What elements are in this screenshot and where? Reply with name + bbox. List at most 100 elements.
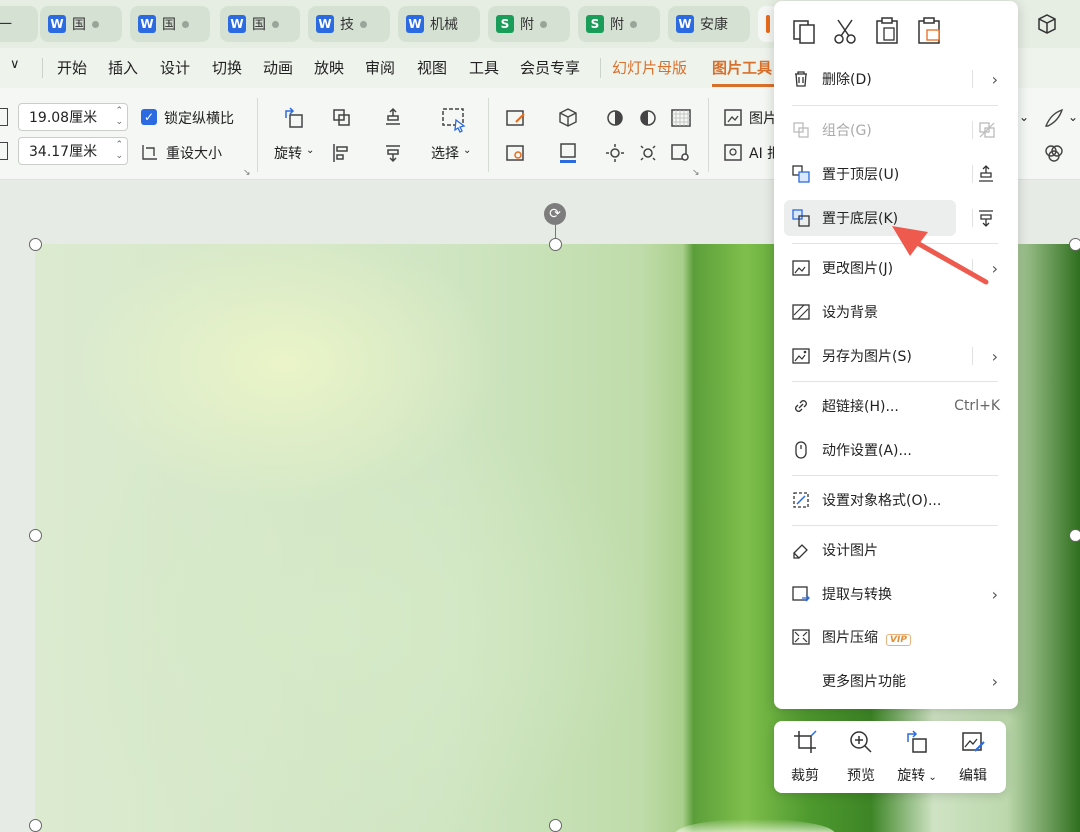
menu-home[interactable]: 开始 [57, 57, 87, 78]
menu-slideshow[interactable]: 放映 [314, 57, 344, 78]
chevron-down-icon[interactable]: ⌄ [306, 145, 314, 156]
reset-size-icon[interactable] [140, 142, 160, 162]
spin-arrows-icon[interactable]: ⌃ ⌄ [115, 140, 123, 162]
brightness-icon[interactable] [603, 106, 627, 130]
menu-delete[interactable]: 删除(D) › [784, 61, 1008, 97]
chevron-down-icon[interactable]: ⌄ [463, 145, 471, 156]
chevron-right-icon[interactable]: › [992, 70, 998, 89]
edit-button[interactable]: 编辑 [948, 729, 998, 787]
rotate-float-button[interactable]: 旋转 ⌄ [892, 729, 942, 787]
menu-animation[interactable]: 动画 [263, 57, 293, 78]
picture-search-icon[interactable] [669, 141, 693, 165]
divider [792, 381, 998, 382]
ai-cutout-icon[interactable] [722, 141, 746, 165]
menu-review[interactable]: 审阅 [365, 57, 395, 78]
transparency-icon[interactable] [669, 106, 693, 130]
picture-edit-icon[interactable] [504, 106, 528, 130]
tab-8[interactable]: W 安康 [668, 6, 750, 42]
tab-6[interactable]: S 附 [488, 6, 570, 42]
tab-4[interactable]: W 技 [308, 6, 390, 42]
menu-insert[interactable]: 插入 [108, 57, 138, 78]
height-input[interactable]: 34.17厘米 ⌃ ⌄ [18, 137, 128, 165]
resize-handle[interactable] [29, 238, 42, 251]
align-icon[interactable] [330, 106, 354, 130]
dialog-launcher-icon[interactable]: ↘ [692, 168, 700, 178]
contrast-icon[interactable] [636, 106, 660, 130]
bring-forward-icon[interactable] [381, 106, 405, 130]
sparkle-icon[interactable] [603, 141, 627, 165]
cube-icon[interactable] [1036, 13, 1058, 35]
combine-shapes-icon[interactable] [1042, 141, 1066, 165]
send-backward-icon[interactable] [381, 141, 405, 165]
red-arrow-annotation [892, 226, 989, 285]
menu-compress-picture[interactable]: 图片压缩 VIP [784, 619, 1008, 655]
chevron-down-icon[interactable]: ∨ [10, 57, 20, 72]
selection-pane-icon[interactable] [440, 106, 468, 134]
paste-picture-icon[interactable] [914, 15, 944, 47]
menu-picture-tools[interactable]: 图片工具 [712, 57, 772, 78]
menu-save-as-picture[interactable]: 另存为图片(S) › [784, 338, 1008, 374]
menu-group[interactable]: 组合(G) [784, 112, 1008, 148]
rotate-icon[interactable] [282, 106, 306, 130]
picture-button[interactable]: 图片 [749, 108, 777, 128]
paste-icon[interactable] [872, 15, 902, 47]
lock-ratio-checkbox[interactable]: ✓ [141, 109, 157, 125]
copy-icon[interactable] [790, 15, 820, 47]
cut-icon[interactable] [830, 15, 860, 47]
resize-handle[interactable] [549, 238, 562, 251]
menu-design[interactable]: 设计 [160, 57, 190, 78]
preview-button[interactable]: 预览 [836, 729, 886, 787]
picture-effect-icon[interactable] [504, 141, 528, 165]
color-icon[interactable] [636, 141, 660, 165]
menu-extract-convert[interactable]: 提取与转换 › [784, 576, 1008, 612]
menu-set-background[interactable]: 设为背景 [784, 294, 1008, 330]
chevron-right-icon[interactable]: › [992, 347, 998, 366]
border-icon[interactable] [556, 141, 580, 165]
reset-size-button[interactable]: 重设大小 [166, 143, 222, 163]
menu-bring-to-front[interactable]: 置于顶层(U) [784, 156, 1008, 192]
rotate-handle-icon[interactable]: ⟳ [544, 203, 566, 225]
context-menu: 删除(D) › 组合(G) 置于顶层(U) 置于底层(K) 更改图片(J) › … [774, 1, 1018, 709]
menu-label: 图片压缩 VIP [822, 627, 911, 647]
chevron-down-icon[interactable]: ⌄ [1019, 110, 1029, 124]
menu-view[interactable]: 视图 [417, 57, 447, 78]
tab-7[interactable]: S 附 [578, 6, 660, 42]
menu-hyperlink[interactable]: 超链接(H)... Ctrl+K [784, 388, 1008, 424]
3d-icon[interactable] [556, 106, 580, 130]
pen-icon[interactable] [1042, 106, 1066, 130]
resize-handle[interactable] [549, 819, 562, 832]
tab-label: 机械 [430, 17, 458, 33]
preview-label: 预览 [847, 768, 875, 784]
crop-button[interactable]: 裁剪 [780, 729, 830, 787]
ungroup-icon[interactable] [978, 121, 996, 139]
bring-front-side-icon[interactable] [976, 164, 996, 184]
menu-member[interactable]: 会员专享 [520, 57, 580, 78]
chevron-right-icon[interactable]: › [992, 585, 998, 604]
rotate-button[interactable]: 旋转 [274, 143, 302, 163]
select-button[interactable]: 选择 [431, 143, 459, 163]
menu-format-object[interactable]: 设置对象格式(O)... [784, 482, 1008, 518]
tab-2[interactable]: W 国 [130, 6, 210, 42]
rotate-label-text: 旋转 [897, 768, 926, 784]
resize-handle[interactable] [29, 819, 42, 832]
chevron-down-icon[interactable]: ⌄ [1068, 110, 1078, 124]
menu-slide-master[interactable]: 幻灯片母版 [612, 57, 687, 78]
menu-action-settings[interactable]: 动作设置(A)... [784, 432, 1008, 468]
tab-3[interactable]: W 国 [220, 6, 300, 42]
tab-0[interactable]: 一 [0, 6, 38, 42]
spin-arrows-icon[interactable]: ⌃ ⌄ [115, 106, 123, 128]
menu-design-picture[interactable]: 设计图片 [784, 532, 1008, 568]
tab-1[interactable]: W 国 [40, 6, 122, 42]
chevron-right-icon[interactable]: › [992, 672, 998, 691]
resize-handle[interactable] [29, 529, 42, 542]
resize-handle[interactable] [1069, 238, 1080, 251]
dialog-launcher-icon[interactable]: ↘ [243, 168, 251, 178]
picture-icon[interactable] [722, 106, 746, 130]
tab-5[interactable]: W 机械 [398, 6, 480, 42]
resize-handle[interactable] [1069, 529, 1080, 542]
menu-transition[interactable]: 切换 [212, 57, 242, 78]
align-left-icon[interactable] [330, 141, 354, 165]
menu-more-picture-features[interactable]: 更多图片功能 › [784, 663, 1008, 699]
menu-tools[interactable]: 工具 [469, 57, 499, 78]
width-input[interactable]: 19.08厘米 ⌃ ⌄ [18, 103, 128, 131]
